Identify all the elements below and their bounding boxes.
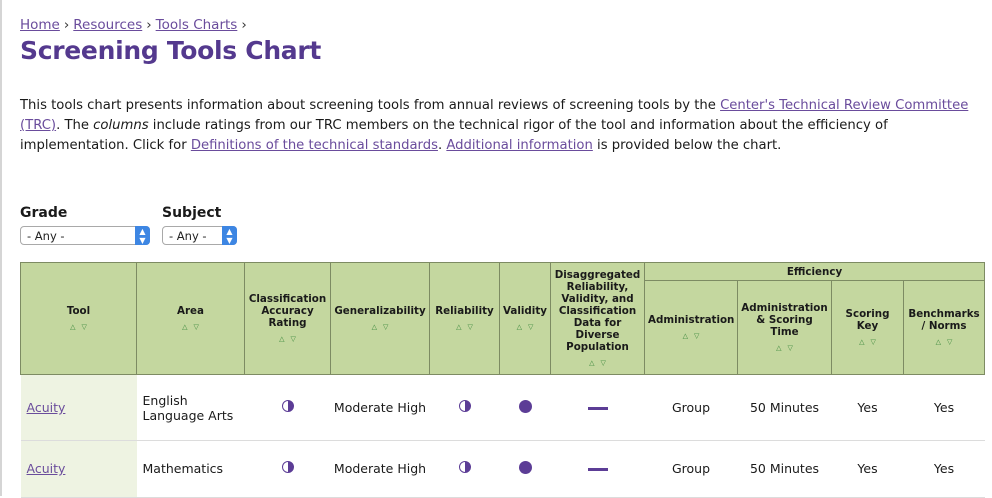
- table-row: Acuity English Language Arts Moderate Hi…: [20, 374, 985, 441]
- classification-cell: [244, 374, 331, 441]
- column-header-admin-scoring-time[interactable]: Administration & Scoring Time △▽: [737, 280, 832, 375]
- filled-circle-icon: [518, 461, 532, 474]
- sort-arrows-icon[interactable]: △▽: [907, 336, 981, 348]
- grade-filter-label: Grade: [20, 205, 68, 221]
- tool-cell: Acuity: [20, 440, 137, 498]
- column-header-tool[interactable]: Tool △▽: [20, 262, 137, 375]
- tool-cell: Acuity: [20, 374, 137, 441]
- sort-arrows-icon[interactable]: △▽: [503, 321, 547, 333]
- sort-arrows-icon[interactable]: △▽: [24, 321, 133, 333]
- select-chevron-icon: ▲ ▼: [135, 226, 150, 245]
- tool-link[interactable]: Acuity: [27, 461, 66, 476]
- column-header-classification-accuracy[interactable]: Classification Accuracy Rating △▽: [244, 262, 331, 375]
- table-row: Acuity Mathematics Moderate High Group 5…: [20, 440, 985, 498]
- dash-icon: [587, 407, 608, 410]
- sort-arrows-icon[interactable]: △▽: [648, 330, 734, 342]
- validity-cell: [499, 440, 551, 498]
- subject-select[interactable]: - Any - ▲ ▼: [162, 226, 237, 245]
- disaggregated-cell: [550, 374, 645, 441]
- column-header-disaggregated-data[interactable]: Disaggregated Reliability, Validity, and…: [550, 262, 645, 375]
- half-filled-circle-icon: [458, 400, 471, 412]
- subject-select-value: - Any -: [169, 229, 207, 243]
- screening-tools-table: Tool △▽ Area △▽ Classification Accuracy Ra…: [20, 262, 986, 498]
- sort-arrows-icon[interactable]: △▽: [741, 342, 828, 354]
- grade-select[interactable]: - Any - ▲ ▼: [20, 226, 150, 245]
- additional-info-link[interactable]: Additional information: [446, 138, 593, 153]
- scoring-key-cell: Yes: [831, 440, 904, 498]
- admin-scoring-time-cell: 50 Minutes: [737, 374, 832, 441]
- disaggregated-cell: [550, 440, 645, 498]
- grade-filter: Grade - Any - ▲ ▼: [20, 205, 150, 245]
- half-filled-circle-icon: [281, 400, 294, 412]
- column-header-generalizability[interactable]: Generalizability △▽: [330, 262, 430, 375]
- definitions-link[interactable]: Definitions of the technical standards: [191, 138, 438, 153]
- generalizability-cell: Moderate High: [330, 440, 430, 498]
- breadcrumb-home-link[interactable]: Home: [20, 17, 60, 33]
- sort-arrows-icon[interactable]: △▽: [835, 336, 900, 348]
- generalizability-cell: Moderate High: [330, 374, 430, 441]
- breadcrumb-separator: ›: [63, 17, 70, 33]
- reliability-cell: [429, 440, 500, 498]
- breadcrumb-resources-link[interactable]: Resources: [73, 17, 142, 33]
- half-filled-circle-icon: [281, 461, 294, 473]
- intro-text: . The: [56, 118, 94, 133]
- left-border: [0, 0, 2, 496]
- sort-arrows-icon[interactable]: △▽: [140, 321, 241, 333]
- sort-arrows-icon[interactable]: △▽: [554, 357, 641, 369]
- column-header-scoring-key[interactable]: Scoring Key △▽: [831, 280, 904, 375]
- column-header-validity[interactable]: Validity △▽: [499, 262, 551, 375]
- intro-text: This tools chart presents information ab…: [20, 98, 721, 113]
- breadcrumb: Home › Resources › Tools Charts ›: [20, 17, 251, 33]
- page-title: Screening Tools Chart: [20, 36, 322, 65]
- administration-cell: Group: [644, 440, 738, 498]
- reliability-cell: [429, 374, 500, 441]
- benchmarks-cell: Yes: [903, 374, 985, 441]
- sort-arrows-icon[interactable]: △▽: [433, 321, 496, 333]
- administration-cell: Group: [644, 374, 738, 441]
- subject-filter-label: Subject: [162, 205, 222, 221]
- classification-cell: [244, 440, 331, 498]
- column-header-benchmarks-norms[interactable]: Benchmarks / Norms △▽: [902, 280, 986, 375]
- half-filled-circle-icon: [458, 461, 471, 473]
- sort-arrows-icon[interactable]: △▽: [334, 321, 426, 333]
- dash-icon: [587, 468, 608, 471]
- select-chevron-icon: ▲ ▼: [222, 226, 237, 245]
- breadcrumb-separator: ›: [241, 17, 247, 33]
- intro-columns-emphasis: columns: [93, 118, 149, 133]
- breadcrumb-separator: ›: [146, 17, 152, 33]
- sort-arrows-icon[interactable]: △▽: [248, 333, 327, 345]
- admin-scoring-time-cell: 50 Minutes: [737, 440, 832, 498]
- intro-text: is provided below the chart.: [592, 138, 782, 153]
- grade-select-value: - Any -: [27, 229, 65, 243]
- scoring-key-cell: Yes: [831, 374, 904, 441]
- area-cell: Mathematics: [136, 440, 245, 498]
- subject-filter: Subject - Any - ▲ ▼: [162, 205, 237, 245]
- filled-circle-icon: [518, 399, 532, 413]
- column-header-area[interactable]: Area △▽: [136, 262, 245, 375]
- column-group-efficiency: Efficiency: [643, 262, 986, 281]
- benchmarks-cell: Yes: [903, 440, 985, 498]
- area-cell: English Language Arts: [136, 374, 245, 441]
- column-header-administration[interactable]: Administration △▽: [644, 280, 738, 375]
- validity-cell: [499, 374, 551, 441]
- intro-paragraph: This tools chart presents information ab…: [20, 96, 970, 156]
- column-header-reliability[interactable]: Reliability △▽: [429, 262, 500, 375]
- breadcrumb-tools-charts-link[interactable]: Tools Charts: [156, 17, 238, 33]
- tool-link[interactable]: Acuity: [27, 400, 66, 415]
